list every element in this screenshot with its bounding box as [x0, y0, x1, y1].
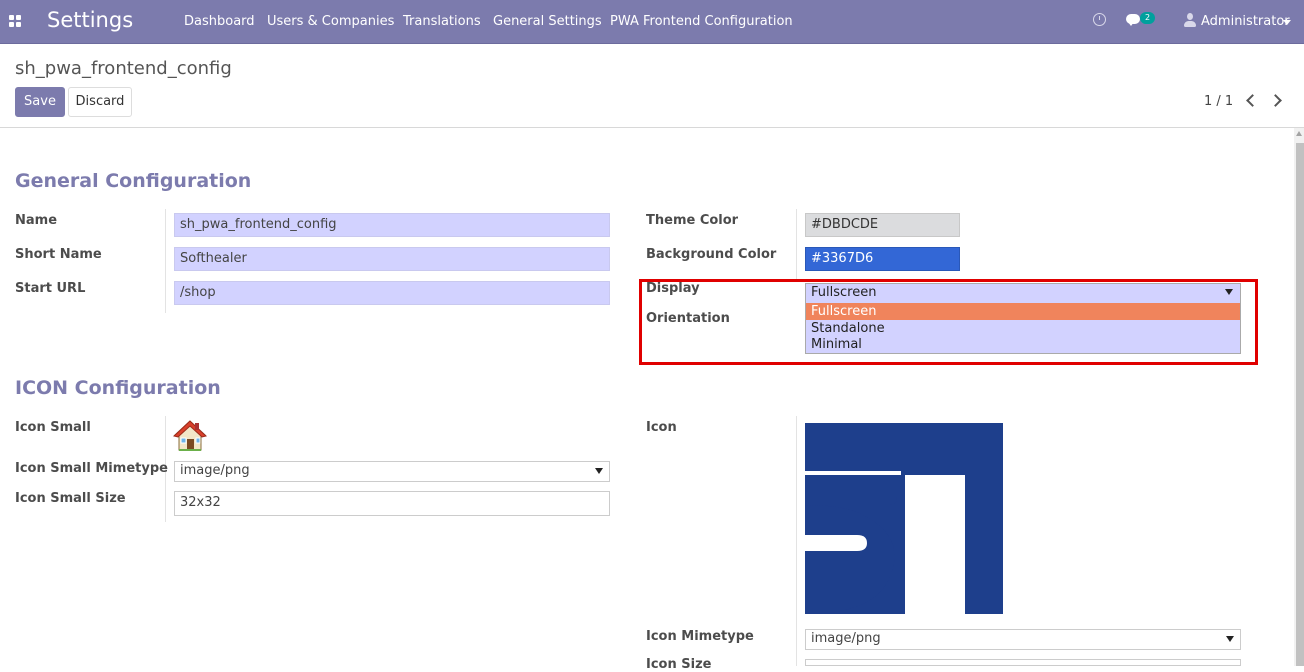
- icon-small-mimetype-label: Icon Small Mimetype: [15, 461, 168, 476]
- save-button[interactable]: Save: [15, 87, 65, 117]
- theme-color-field[interactable]: #DBDCDE: [805, 213, 960, 237]
- apps-menu-icon[interactable]: [9, 15, 21, 27]
- chat-icon[interactable]: [1126, 14, 1140, 26]
- icon-mimetype-select[interactable]: image/png: [805, 629, 1241, 650]
- menu-pwa-frontend-configuration[interactable]: PWA Frontend Configuration: [610, 14, 793, 29]
- icon-small-mimetype-value: image/png: [180, 463, 250, 478]
- icon-mimetype-label: Icon Mimetype: [646, 629, 754, 644]
- chevron-right-icon[interactable]: [1269, 94, 1282, 107]
- menu-users-companies[interactable]: Users & Companies: [267, 14, 394, 29]
- start-url-field[interactable]: /shop: [174, 281, 610, 305]
- user-icon[interactable]: [1184, 13, 1196, 29]
- icon-small-size-label: Icon Small Size: [15, 491, 126, 506]
- menu-general-settings[interactable]: General Settings: [493, 14, 602, 29]
- caret-down-icon[interactable]: [595, 468, 603, 474]
- pager-value: 1 / 1: [1204, 94, 1234, 109]
- start-url-label: Start URL: [15, 281, 86, 296]
- menu-translations[interactable]: Translations: [403, 14, 481, 29]
- section-title-icon: ICON Configuration: [15, 377, 221, 399]
- menu-dashboard[interactable]: Dashboard: [184, 14, 255, 29]
- top-navbar: Settings Dashboard Users & Companies Tra…: [0, 0, 1304, 44]
- name-field[interactable]: sh_pwa_frontend_config: [174, 213, 610, 237]
- divider: [0, 127, 1304, 128]
- chat-count-badge: 2: [1140, 12, 1155, 24]
- background-color-label: Background Color: [646, 247, 777, 262]
- short-name-field[interactable]: Softhealer: [174, 247, 610, 271]
- icon-size-label: Icon Size: [646, 657, 712, 672]
- section-title-general: General Configuration: [15, 170, 252, 192]
- name-label: Name: [15, 213, 58, 228]
- icon-small-label: Icon Small: [15, 420, 91, 435]
- highlight-box: [639, 279, 1258, 365]
- user-menu[interactable]: Administrator: [1201, 14, 1290, 29]
- scroll-up-icon[interactable]: [1296, 131, 1302, 136]
- icon-size-field[interactable]: [805, 659, 1241, 666]
- house-icon[interactable]: [172, 419, 208, 453]
- caret-down-icon[interactable]: [1283, 20, 1291, 25]
- sh-logo-image[interactable]: SH: [805, 423, 1003, 614]
- theme-color-label: Theme Color: [646, 213, 739, 228]
- scrollbar-thumb[interactable]: [1296, 143, 1304, 666]
- icon-label: Icon: [646, 420, 677, 435]
- app-title: Settings: [47, 8, 134, 32]
- chevron-left-icon[interactable]: [1246, 94, 1259, 107]
- caret-down-icon[interactable]: [1226, 636, 1234, 642]
- short-name-label: Short Name: [15, 247, 102, 262]
- icon-small-mimetype-select[interactable]: image/png: [174, 461, 610, 482]
- field-separator: [796, 416, 797, 666]
- background-color-field[interactable]: #3367D6: [805, 247, 960, 271]
- breadcrumb: sh_pwa_frontend_config: [15, 58, 232, 79]
- activity-clock-icon[interactable]: [1093, 13, 1106, 26]
- icon-mimetype-value: image/png: [811, 631, 881, 646]
- discard-button[interactable]: Discard: [68, 87, 132, 117]
- field-separator: [165, 209, 166, 313]
- icon-small-size-field[interactable]: 32x32: [174, 491, 610, 516]
- field-separator: [796, 209, 797, 281]
